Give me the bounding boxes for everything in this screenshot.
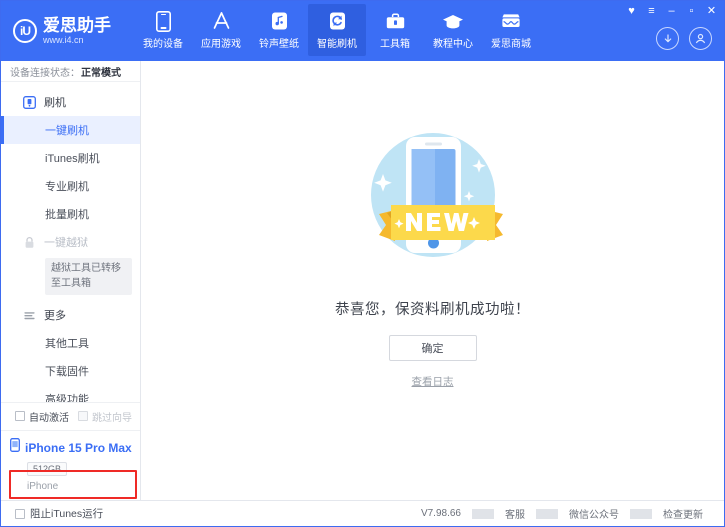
connection-status: 设备连接状态： 正常模式	[1, 61, 140, 83]
maximize-icon[interactable]: ▫	[685, 5, 698, 18]
skin-icon[interactable]: ♥	[625, 5, 638, 18]
shop-icon	[500, 10, 522, 32]
lock-icon	[22, 235, 37, 250]
block-itunes-option[interactable]: 阻止iTunes运行	[15, 506, 103, 521]
auto-activate-option[interactable]: 自动激活	[15, 409, 69, 424]
device-name: iPhone 15 Pro Max	[25, 440, 132, 455]
device-type: iPhone	[27, 481, 59, 492]
customer-service-link[interactable]: 客服	[494, 506, 536, 521]
nav-item-smart-flash[interactable]: 智能刷机	[308, 4, 366, 56]
logo-text: 爱思助手 www.i4.cn	[43, 17, 111, 45]
sidebar-item-itunes-flash[interactable]: iTunes刷机	[1, 144, 140, 172]
new-phone-badge-illustration	[343, 113, 523, 288]
logo-title: 爱思助手	[43, 16, 111, 35]
nav-item-ringtones-wallpaper[interactable]: 铃声壁纸	[250, 4, 308, 56]
sidebar-item-label: 其他工具	[45, 338, 89, 351]
version-label: V7.98.66	[420, 508, 461, 519]
sidebar-item-advanced-features[interactable]: 高级功能	[1, 385, 140, 402]
nav-label: 教程中心	[433, 39, 473, 50]
sidebar-group-jailbreak: 一键越狱	[1, 228, 140, 256]
device-phone-icon	[10, 438, 20, 457]
connection-status-label: 设备连接状态：	[10, 67, 80, 79]
sidebar-group-label: 更多	[44, 310, 66, 323]
graduation-cap-icon	[442, 10, 464, 32]
sidebar-group-flash[interactable]: 刷机	[1, 88, 140, 116]
separator	[536, 508, 558, 519]
nav-label: 智能刷机	[317, 39, 357, 50]
sidebar-item-one-click-flash[interactable]: 一键刷机	[1, 116, 140, 145]
menu-icon[interactable]: ≡	[645, 5, 658, 18]
nav-label: 铃声壁纸	[259, 39, 299, 50]
sidebar-item-download-firmware[interactable]: 下载固件	[1, 357, 140, 385]
nav-label: 我的设备	[143, 39, 183, 50]
nav-label: 应用游戏	[201, 39, 241, 50]
minimize-icon[interactable]: –	[665, 5, 678, 18]
sidebar-item-label: 批量刷机	[45, 209, 89, 222]
sidebar: 设备连接状态： 正常模式 刷机 一键刷机 iTunes刷机 专业刷机 批量刷机 …	[1, 61, 141, 500]
skip-wizard-label: 跳过向导	[92, 412, 132, 424]
device-name-row: iPhone 15 Pro Max	[10, 438, 132, 457]
skip-wizard-checkbox	[78, 411, 88, 422]
jailbreak-moved-note: 越狱工具已转移至工具箱	[45, 258, 132, 296]
phone-icon	[155, 10, 171, 32]
sidebar-item-pro-flash[interactable]: 专业刷机	[1, 172, 140, 200]
sidebar-item-label: 专业刷机	[45, 181, 89, 194]
sidebar-item-other-tools[interactable]: 其他工具	[1, 329, 140, 357]
app-header: iU 爱思助手 www.i4.cn 我的设备 应用游戏 铃声壁纸 智能刷机 工具…	[1, 1, 724, 61]
sidebar-item-batch-flash[interactable]: 批量刷机	[1, 200, 140, 228]
block-itunes-checkbox[interactable]	[15, 508, 25, 519]
device-capacity-badge: 512GB	[27, 462, 68, 476]
nav-item-apps-games[interactable]: 应用游戏	[192, 4, 250, 56]
body-area: 设备连接状态： 正常模式 刷机 一键刷机 iTunes刷机 专业刷机 批量刷机 …	[1, 61, 724, 500]
sidebar-group-label: 刷机	[44, 97, 66, 110]
connected-device-info[interactable]: iPhone 15 Pro Max 512GB iPhone	[1, 430, 140, 500]
appstore-icon	[211, 10, 232, 32]
sidebar-menu: 刷机 一键刷机 iTunes刷机 专业刷机 批量刷机 一键越狱 越狱工具已转移至…	[1, 82, 140, 402]
wechat-official-link[interactable]: 微信公众号	[558, 506, 630, 521]
main-nav: 我的设备 应用游戏 铃声壁纸 智能刷机 工具箱 教程中心 爱思商城	[134, 1, 540, 61]
toolbox-icon	[385, 10, 406, 32]
nav-item-toolbox[interactable]: 工具箱	[366, 4, 424, 56]
status-bar-right: V7.98.66 客服 微信公众号 检查更新	[410, 506, 714, 521]
sidebar-group-label: 一键越狱	[44, 237, 88, 250]
account-icons	[656, 27, 712, 50]
skip-wizard-option: 跳过向导	[78, 409, 132, 424]
nav-label: 工具箱	[380, 39, 410, 50]
sidebar-options: 自动激活 跳过向导	[1, 401, 140, 430]
sidebar-item-label: 高级功能	[45, 394, 89, 402]
flash-icon	[22, 95, 37, 110]
user-account-icon[interactable]	[689, 27, 712, 50]
music-icon	[270, 10, 289, 32]
sidebar-group-more[interactable]: 更多	[1, 301, 140, 329]
auto-activate-label: 自动激活	[29, 412, 69, 424]
block-itunes-label: 阻止iTunes运行	[30, 508, 104, 520]
sidebar-item-label: 一键刷机	[45, 125, 89, 138]
nav-label: 爱思商城	[491, 39, 531, 50]
main-content: 恭喜您，保资料刷机成功啦！ 确定 查看日志	[141, 61, 724, 500]
sidebar-item-label: iTunes刷机	[45, 153, 100, 166]
logo-url: www.i4.cn	[43, 35, 84, 45]
success-message: 恭喜您，保资料刷机成功啦！	[335, 302, 530, 318]
list-icon	[22, 308, 37, 323]
app-window: iU 爱思助手 www.i4.cn 我的设备 应用游戏 铃声壁纸 智能刷机 工具…	[0, 0, 725, 527]
check-update-link[interactable]: 检查更新	[652, 506, 714, 521]
close-icon[interactable]: ✕	[705, 5, 718, 18]
nav-item-my-device[interactable]: 我的设备	[134, 4, 192, 56]
status-bar: 阻止iTunes运行 V7.98.66 客服 微信公众号 检查更新	[1, 500, 724, 526]
confirm-button[interactable]: 确定	[388, 335, 477, 361]
separator	[630, 508, 652, 519]
separator	[472, 508, 494, 519]
auto-activate-checkbox[interactable]	[15, 411, 25, 422]
sidebar-item-label: 下载固件	[45, 366, 89, 379]
download-icon[interactable]	[656, 27, 679, 50]
app-logo[interactable]: iU 爱思助手 www.i4.cn	[1, 1, 134, 61]
nav-item-store[interactable]: 爱思商城	[482, 4, 540, 56]
view-log-link[interactable]: 查看日志	[412, 374, 454, 389]
logo-badge-icon: iU	[13, 19, 37, 43]
window-controls: ♥ ≡ – ▫ ✕	[625, 5, 718, 18]
nav-item-tutorial-center[interactable]: 教程中心	[424, 4, 482, 56]
refresh-icon	[328, 10, 347, 32]
connection-status-value: 正常模式	[81, 67, 121, 79]
